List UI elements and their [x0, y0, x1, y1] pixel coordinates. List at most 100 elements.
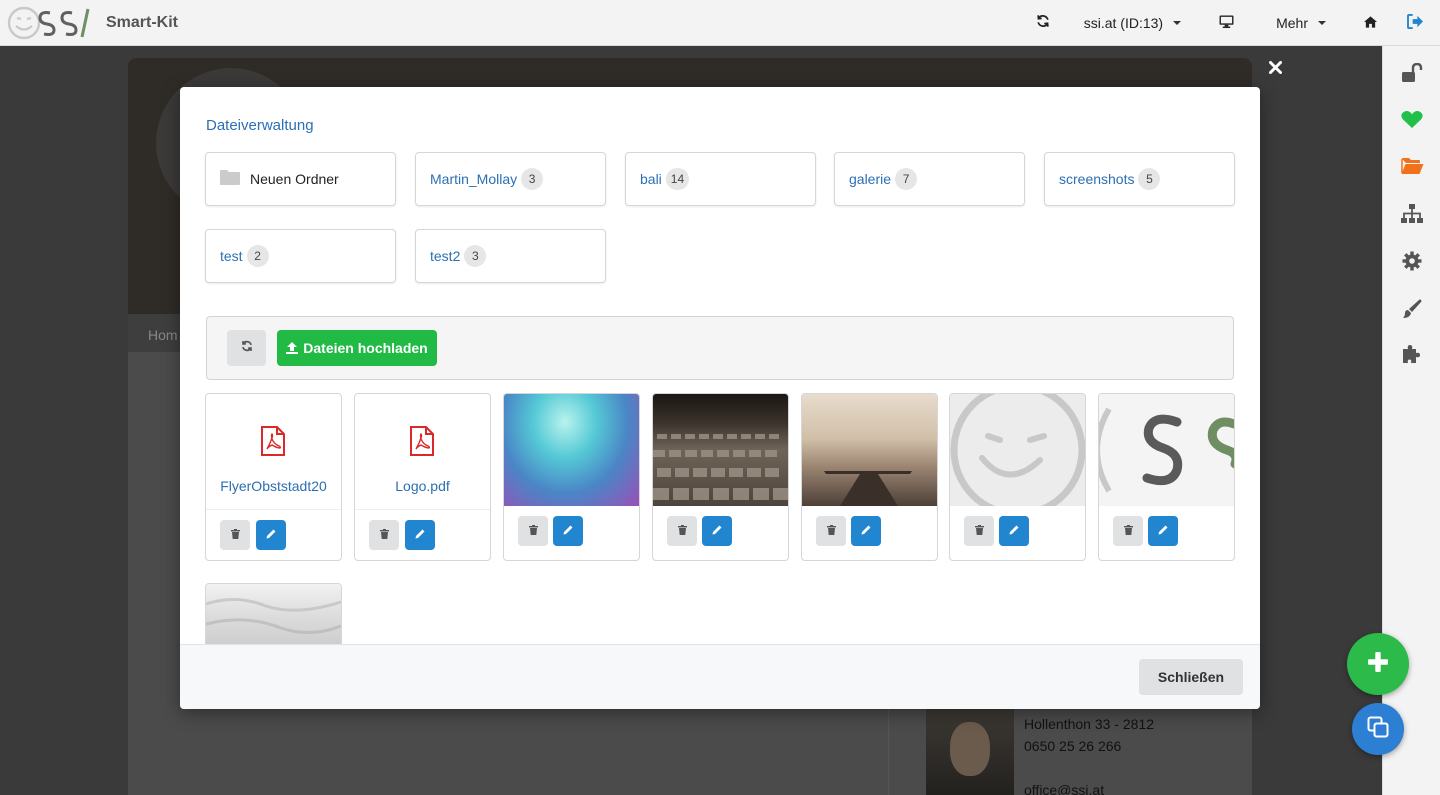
- home-icon: [1364, 15, 1377, 31]
- file-manager-modal: Dateiverwaltung Neuen Ordner Martin_Moll…: [180, 87, 1260, 709]
- modal-close-button[interactable]: [1266, 60, 1284, 80]
- refresh-button[interactable]: [1020, 0, 1066, 46]
- gear-icon: [1402, 251, 1422, 276]
- edit-file-button[interactable]: [851, 516, 881, 546]
- pdf-file-icon: [260, 426, 286, 461]
- design-button[interactable]: [1399, 298, 1425, 324]
- file-card[interactable]: [503, 393, 640, 561]
- file-card[interactable]: FlyerObststadt20: [205, 393, 342, 561]
- edit-file-button[interactable]: [702, 516, 732, 546]
- upload-label: Dateien hochladen: [303, 340, 428, 356]
- folder-card[interactable]: test2 3: [415, 229, 606, 283]
- ssi-logo[interactable]: [6, 1, 92, 45]
- edit-file-button[interactable]: [405, 520, 435, 550]
- folder-card[interactable]: galerie 7: [834, 152, 1025, 206]
- file-card[interactable]: Logo.pdf: [354, 393, 491, 561]
- file-name: FlyerObststadt20: [220, 478, 327, 494]
- desktop-view-button[interactable]: [1199, 0, 1254, 46]
- upload-icon: [286, 342, 299, 354]
- folder-open-icon: [1400, 157, 1424, 180]
- folder-count-badge: 14: [665, 168, 690, 190]
- refresh-icon: [1036, 14, 1050, 31]
- sitemap-button[interactable]: [1399, 203, 1425, 229]
- folder-card[interactable]: test 2: [205, 229, 396, 283]
- logout-icon: [1407, 13, 1424, 32]
- pdf-file-icon: [409, 426, 435, 461]
- heart-icon: [1401, 110, 1423, 134]
- file-name: Logo.pdf: [395, 478, 450, 494]
- file-card[interactable]: [801, 393, 938, 561]
- desktop-icon: [1219, 14, 1234, 31]
- delete-file-button[interactable]: [369, 520, 399, 550]
- folder-card[interactable]: screenshots 5: [1044, 152, 1235, 206]
- logout-button[interactable]: [1393, 0, 1440, 46]
- new-folder-label: Neuen Ordner: [250, 171, 339, 187]
- home-button[interactable]: [1348, 0, 1393, 46]
- sitemap-icon: [1401, 203, 1423, 229]
- delete-file-button[interactable]: [220, 520, 250, 550]
- image-thumbnail: [653, 394, 788, 506]
- puzzle-icon: [1402, 344, 1422, 369]
- trash-icon: [1123, 522, 1133, 540]
- close-button[interactable]: Schließen: [1139, 659, 1243, 695]
- trash-icon: [528, 522, 538, 540]
- more-label: Mehr: [1276, 14, 1308, 31]
- folder-card[interactable]: bali 14: [625, 152, 816, 206]
- account-label: ssi.at (ID:13): [1083, 14, 1164, 31]
- pencil-icon: [712, 522, 722, 540]
- folder-card[interactable]: Martin_Mollay 3: [415, 152, 606, 206]
- account-dropdown[interactable]: ssi.at (ID:13): [1066, 0, 1199, 46]
- image-thumbnail: [1099, 394, 1234, 506]
- paint-brush-icon: [1402, 299, 1422, 324]
- background-phone: 0650 25 26 266: [1024, 738, 1122, 754]
- image-thumbnail: [802, 394, 937, 506]
- edit-file-button[interactable]: [1148, 516, 1178, 546]
- plugins-button[interactable]: [1399, 343, 1425, 369]
- trash-icon: [974, 522, 984, 540]
- folder-count-badge: 3: [521, 168, 544, 190]
- chevron-down-icon: [1318, 20, 1326, 25]
- unlock-icon: [1401, 62, 1423, 88]
- delete-file-button[interactable]: [518, 516, 548, 546]
- delete-file-button[interactable]: [667, 516, 697, 546]
- duplicate-button[interactable]: [1352, 703, 1404, 755]
- brand-name: Smart-Kit: [106, 13, 179, 31]
- favorites-button[interactable]: [1399, 109, 1425, 135]
- edit-file-button[interactable]: [999, 516, 1029, 546]
- edit-file-button[interactable]: [256, 520, 286, 550]
- refresh-files-button[interactable]: [227, 330, 266, 366]
- new-folder-button[interactable]: Neuen Ordner: [205, 152, 396, 206]
- folder-count-badge: 7: [895, 168, 918, 190]
- delete-file-button[interactable]: [816, 516, 846, 546]
- file-card[interactable]: [1098, 393, 1235, 561]
- folder-name: Martin_Mollay: [430, 171, 518, 187]
- more-dropdown[interactable]: Mehr: [1254, 0, 1348, 46]
- chevron-down-icon: [1173, 20, 1182, 25]
- delete-file-button[interactable]: [964, 516, 994, 546]
- folder-name: galerie: [849, 171, 892, 187]
- file-manager-button[interactable]: [1399, 155, 1425, 181]
- edit-file-button[interactable]: [553, 516, 583, 546]
- plus-icon: [1368, 651, 1388, 677]
- settings-button[interactable]: [1399, 250, 1425, 276]
- folder-count-badge: 2: [246, 245, 269, 267]
- pencil-icon: [1009, 522, 1019, 540]
- file-card[interactable]: [652, 393, 789, 561]
- folder-name: test2: [430, 248, 461, 264]
- folder-name: screenshots: [1059, 171, 1135, 187]
- delete-file-button[interactable]: [1113, 516, 1143, 546]
- unlock-button[interactable]: [1399, 62, 1425, 88]
- pencil-icon: [861, 522, 871, 540]
- upload-files-button[interactable]: Dateien hochladen: [277, 330, 437, 366]
- copy-icon: [1367, 716, 1389, 743]
- background-contact-card: Hollenthon 33 - 2812 0650 25 26 266 offi…: [918, 704, 1252, 795]
- trash-icon: [230, 526, 240, 544]
- top-nav: ssi.at (ID:13) Mehr: [1020, 0, 1440, 46]
- pencil-icon: [415, 526, 425, 544]
- image-thumbnail: [950, 394, 1085, 506]
- trash-icon: [379, 526, 389, 544]
- folder-count-badge: 5: [1138, 168, 1161, 190]
- file-card[interactable]: [949, 393, 1086, 561]
- add-element-button[interactable]: [1347, 633, 1409, 695]
- top-bar: Smart-Kit ssi.at (ID:13) Mehr: [0, 0, 1440, 46]
